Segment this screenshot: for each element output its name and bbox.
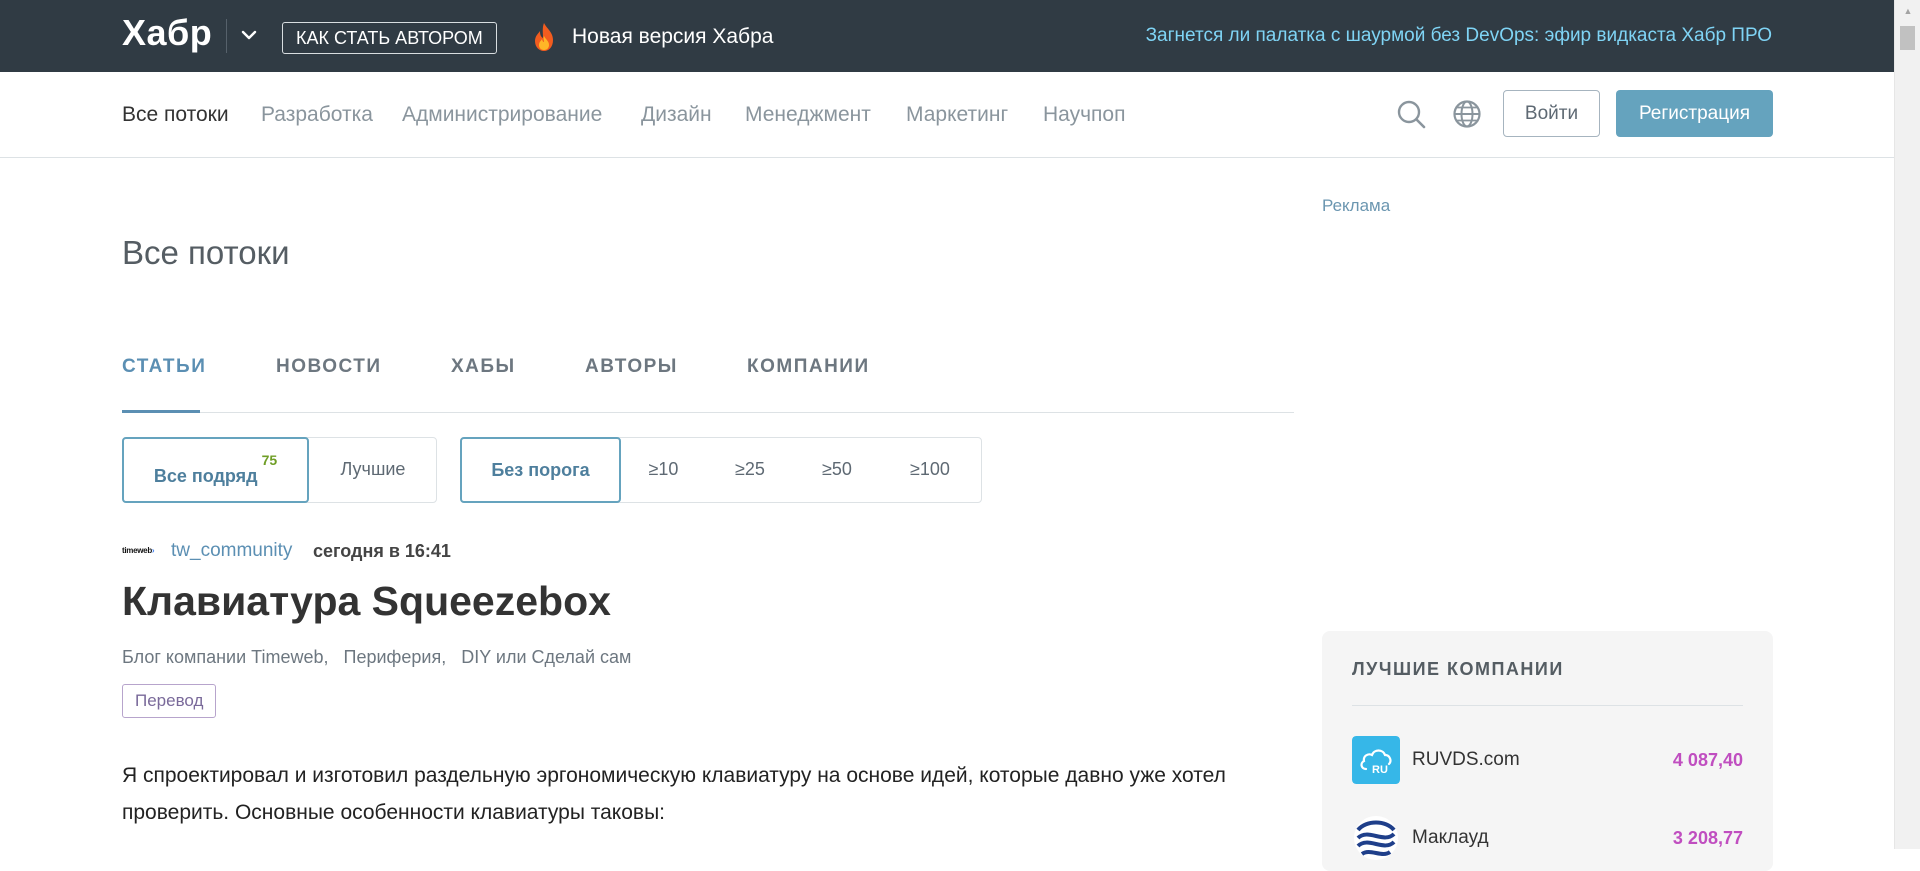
login-button[interactable]: Войти xyxy=(1503,90,1600,137)
search-icon[interactable] xyxy=(1396,99,1426,129)
post-time: сегодня в 16:41 xyxy=(313,541,451,561)
company-score: 4 087,40 xyxy=(1672,750,1743,770)
svg-text:RU: RU xyxy=(1372,764,1388,776)
tab-news[interactable]: НОВОСТИ xyxy=(276,356,382,378)
nav-item-management[interactable]: Менеджмент xyxy=(745,103,871,127)
company-name[interactable]: RUVDS.com xyxy=(1412,749,1520,771)
fire-icon xyxy=(535,23,553,51)
timeweb-logo[interactable]: timeweb› xyxy=(122,546,158,558)
scrollbar-thumb[interactable] xyxy=(1900,26,1915,50)
flows-navbar: Все потоки Разработка Администрирование … xyxy=(0,72,1894,158)
habr-logo[interactable]: Хабр xyxy=(122,12,212,54)
company-name[interactable]: Маклауд xyxy=(1412,827,1489,849)
logo-separator xyxy=(226,19,227,53)
filter-all-label: Все подряд xyxy=(153,466,258,486)
threshold-filter-group: Без порога ≥10 ≥25 ≥50 ≥100 xyxy=(460,437,982,503)
best-companies-widget: ЛУЧШИЕ КОМПАНИИ RU RUVDS.com 4 087,40 Ма… xyxy=(1322,631,1773,871)
active-tab-indicator xyxy=(122,410,200,413)
nav-item-popsci[interactable]: Научпоп xyxy=(1043,103,1125,127)
macloud-logo-icon xyxy=(1354,816,1398,860)
nav-item-design[interactable]: Дизайн xyxy=(641,103,712,127)
threshold-50-button[interactable]: ≥50 xyxy=(794,437,880,503)
new-posts-count: 75 xyxy=(261,452,278,468)
ruvds-cloud-icon: RU xyxy=(1352,736,1400,784)
top-bar: Хабр КАК СТАТЬ АВТОРОМ Новая версия Хабр… xyxy=(0,0,1894,72)
how-to-become-author-button[interactable]: КАК СТАТЬ АВТОРОМ xyxy=(282,22,497,54)
hub-link[interactable]: DIY или Сделай сам xyxy=(461,647,631,667)
threshold-25-button[interactable]: ≥25 xyxy=(706,437,794,503)
divider xyxy=(1352,705,1743,706)
sort-filter-group: Все подряд75 Лучшие xyxy=(122,437,437,503)
tab-hubs[interactable]: ХАБЫ xyxy=(451,356,516,378)
nav-item-development[interactable]: Разработка xyxy=(261,103,373,127)
post-title[interactable]: Клавиатура Squeezebox xyxy=(122,578,611,625)
post-preview-text: Я спроектировал и изготовил раздельную э… xyxy=(122,764,1226,824)
company-row[interactable]: RU RUVDS.com 4 087,40 xyxy=(1352,736,1743,784)
scroll-up-arrow-icon[interactable]: ▲ xyxy=(1895,0,1920,22)
tab-authors[interactable]: АВТОРЫ xyxy=(585,356,678,378)
nav-item-all-flows[interactable]: Все потоки xyxy=(122,103,229,127)
new-version-link[interactable]: Новая версия Хабра xyxy=(572,25,773,49)
best-companies-title[interactable]: ЛУЧШИЕ КОМПАНИИ xyxy=(1352,659,1564,680)
chevron-down-icon[interactable] xyxy=(238,24,260,46)
translation-badge[interactable]: Перевод xyxy=(122,684,217,718)
threshold-none-button[interactable]: Без порога xyxy=(460,437,621,503)
filter-best-button[interactable]: Лучшие xyxy=(309,437,437,503)
tab-companies[interactable]: КОМПАНИИ xyxy=(747,356,870,378)
globe-icon[interactable] xyxy=(1452,99,1482,129)
author-link[interactable]: tw_community xyxy=(171,540,292,562)
ad-label[interactable]: Реклама xyxy=(1322,196,1390,216)
nav-item-marketing[interactable]: Маркетинг xyxy=(906,103,1008,127)
company-row[interactable]: Маклауд 3 208,77 xyxy=(1352,814,1743,862)
company-score: 3 208,77 xyxy=(1672,828,1743,848)
page-scrollbar[interactable]: ▲ xyxy=(1894,0,1920,849)
page-title: Все потоки xyxy=(122,234,290,271)
tab-articles[interactable]: СТАТЬИ xyxy=(122,356,206,378)
hub-link[interactable]: Блог компании Timeweb, xyxy=(122,647,329,667)
threshold-10-button[interactable]: ≥10 xyxy=(621,437,706,503)
hub-link[interactable]: Периферия, xyxy=(344,647,447,667)
promo-link[interactable]: Загнется ли палатка с шаурмой без DevOps… xyxy=(1146,25,1772,47)
filter-all-button[interactable]: Все подряд75 xyxy=(122,437,309,503)
register-button[interactable]: Регистрация xyxy=(1616,90,1773,137)
content-tabs: СТАТЬИ НОВОСТИ ХАБЫ АВТОРЫ КОМПАНИИ xyxy=(122,348,1294,413)
threshold-100-button[interactable]: ≥100 xyxy=(880,437,980,503)
post-hubs: Блог компании Timeweb, Периферия, DIY ил… xyxy=(122,647,641,668)
nav-item-administration[interactable]: Администрирование xyxy=(402,103,602,127)
